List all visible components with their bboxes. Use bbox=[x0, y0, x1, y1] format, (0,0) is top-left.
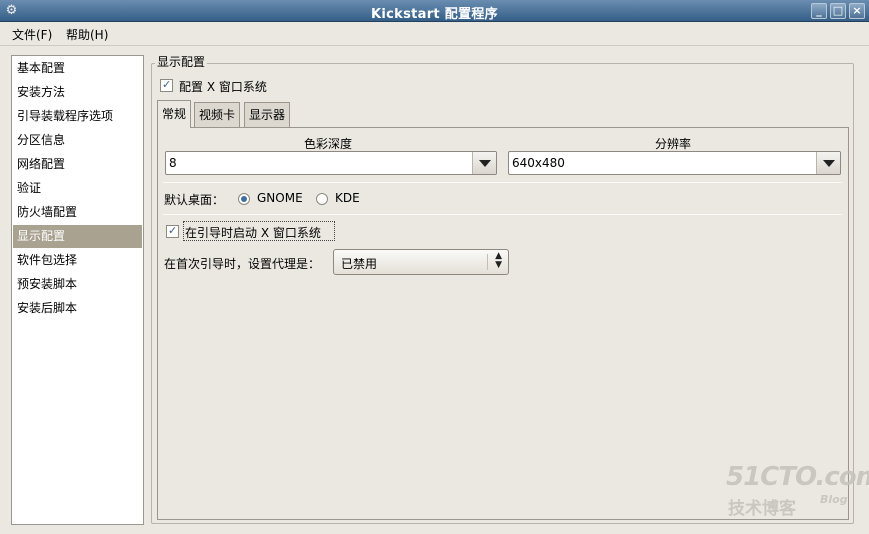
resolution-value: 640x480 bbox=[512, 156, 565, 170]
watermark-subtitle: 技术博客 bbox=[728, 499, 796, 519]
firstboot-value: 已禁用 bbox=[341, 257, 378, 271]
section-title: 显示配置 bbox=[155, 55, 208, 69]
minimize-button[interactable]: _ bbox=[811, 3, 827, 19]
watermark-blog: Blog bbox=[820, 493, 848, 506]
start-x-label: 在引导时启动 X 窗口系统 bbox=[185, 226, 321, 240]
check-icon: ✓ bbox=[168, 224, 178, 237]
sidebar-item-post-script[interactable]: 安装后脚本 bbox=[13, 297, 142, 320]
up-down-arrows-icon: ▲ ▼ bbox=[495, 251, 502, 270]
close-button[interactable]: × bbox=[849, 3, 865, 19]
separator bbox=[163, 182, 842, 183]
kde-radio[interactable] bbox=[316, 193, 328, 205]
tab-video-card[interactable]: 视频卡 bbox=[194, 102, 241, 127]
sidebar-item-install-method[interactable]: 安装方法 bbox=[13, 81, 142, 104]
sidebar-item-display[interactable]: 显示配置 bbox=[13, 225, 142, 248]
chevron-down-icon[interactable] bbox=[472, 152, 496, 174]
sidebar-item-pre-script[interactable]: 预安装脚本 bbox=[13, 273, 142, 296]
chevron-down-icon[interactable] bbox=[816, 152, 840, 174]
title-bar: ⚙ Kickstart 配置程序 _ □ × bbox=[0, 0, 869, 22]
sidebar-list: 基本配置 安装方法 引导装载程序选项 分区信息 网络配置 验证 防火墙配置 显示… bbox=[11, 55, 144, 525]
check-icon: ✓ bbox=[162, 78, 172, 91]
sidebar-item-basic[interactable]: 基本配置 bbox=[13, 57, 142, 80]
configure-x-label: 配置 X 窗口系统 bbox=[179, 80, 267, 94]
kde-label[interactable]: KDE bbox=[335, 191, 360, 205]
resolution-label: 分辨率 bbox=[655, 137, 692, 151]
default-desktop-label: 默认桌面： bbox=[164, 193, 225, 207]
sidebar-item-bootloader[interactable]: 引导装载程序选项 bbox=[13, 105, 142, 128]
divider bbox=[487, 254, 488, 270]
watermark-logo: 51CTO.com bbox=[726, 462, 869, 492]
menu-file[interactable]: 文件(F) bbox=[12, 26, 52, 43]
sidebar-item-authentication[interactable]: 验证 bbox=[13, 177, 142, 200]
sidebar-item-partitions[interactable]: 分区信息 bbox=[13, 129, 142, 152]
sidebar-item-firewall[interactable]: 防火墙配置 bbox=[13, 201, 142, 224]
menu-help[interactable]: 帮助(H) bbox=[66, 26, 108, 43]
firstboot-select[interactable]: 已禁用 ▲ ▼ bbox=[333, 249, 509, 275]
configure-x-checkbox[interactable]: ✓ bbox=[160, 78, 173, 92]
color-depth-combo[interactable]: 8 bbox=[165, 151, 497, 175]
gnome-label[interactable]: GNOME bbox=[257, 191, 303, 205]
gnome-radio[interactable] bbox=[238, 193, 250, 205]
color-depth-value: 8 bbox=[169, 156, 177, 170]
site-watermark: 51CTO.com 技术博客 Blog bbox=[726, 462, 869, 519]
tab-monitor[interactable]: 显示器 bbox=[244, 102, 291, 127]
start-x-checkbox[interactable]: ✓ bbox=[166, 224, 179, 238]
separator bbox=[163, 214, 842, 215]
window-title: Kickstart 配置程序 bbox=[371, 7, 498, 22]
resolution-combo[interactable]: 640x480 bbox=[508, 151, 841, 175]
sidebar-item-network[interactable]: 网络配置 bbox=[13, 153, 142, 176]
tab-general[interactable]: 常规 bbox=[157, 100, 192, 128]
maximize-button[interactable]: □ bbox=[830, 3, 846, 19]
sidebar-item-packages[interactable]: 软件包选择 bbox=[13, 249, 142, 272]
menu-bar: 文件(F) 帮助(H) bbox=[0, 22, 869, 46]
color-depth-label: 色彩深度 bbox=[304, 137, 353, 151]
firstboot-label: 在首次引导时，设置代理是： bbox=[164, 257, 321, 271]
